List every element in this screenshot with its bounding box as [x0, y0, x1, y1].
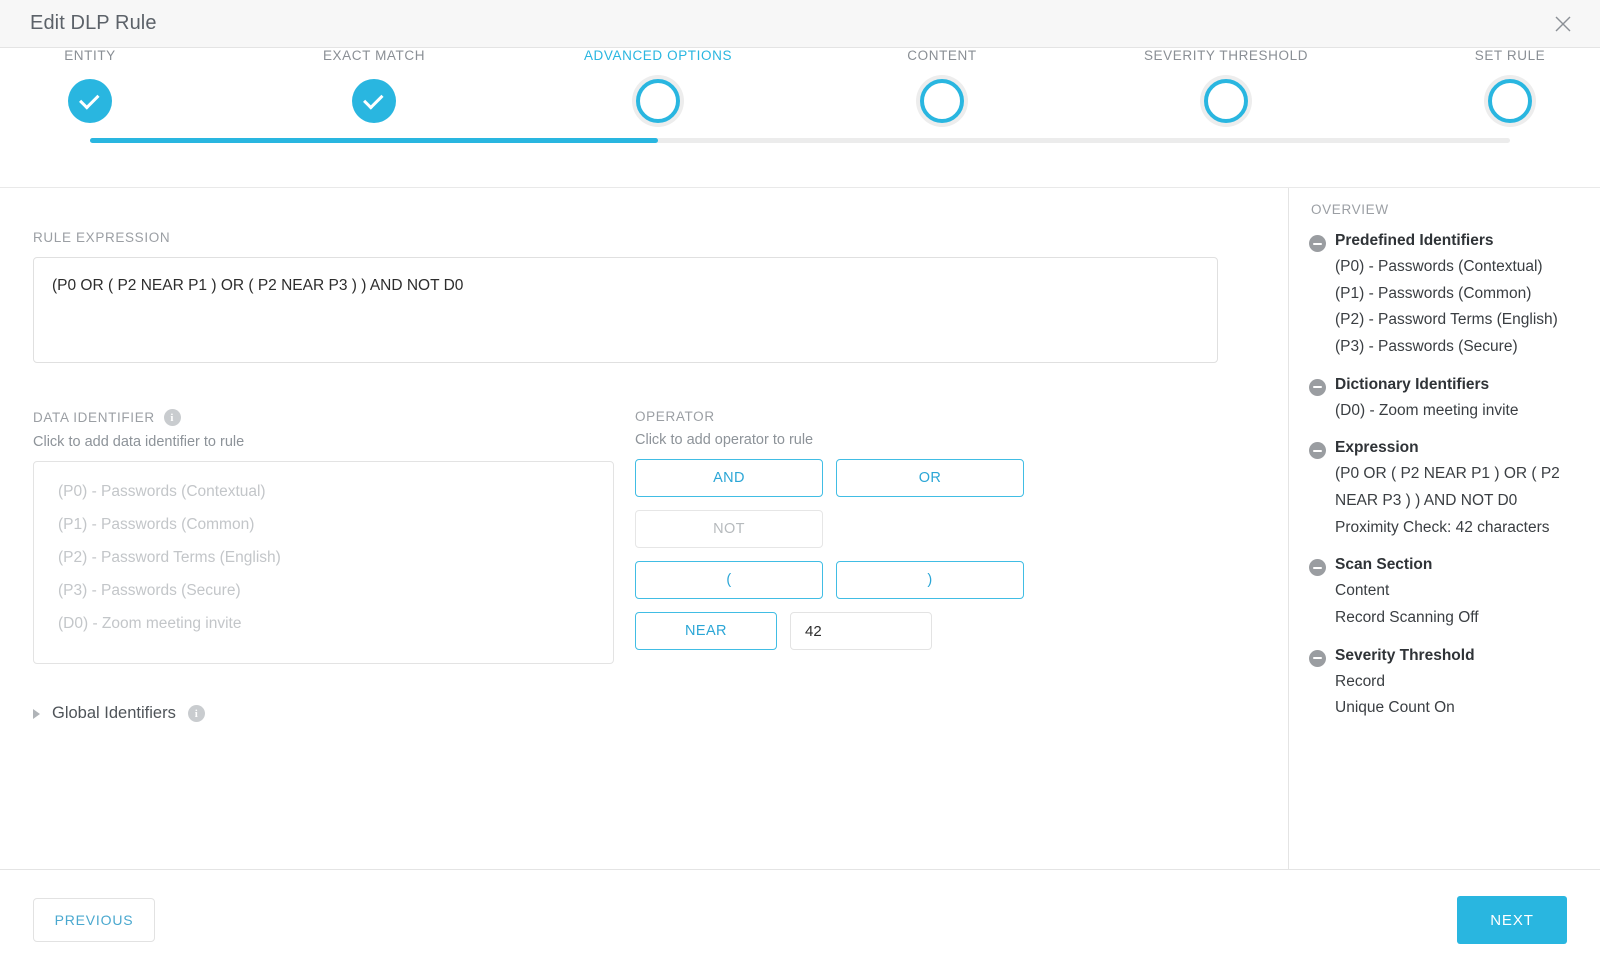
rule-expression-input[interactable]: (P0 OR ( P2 NEAR P1 ) OR ( P2 NEAR P3 ) … — [33, 257, 1218, 363]
stepper-step-label: ADVANCED OPTIONS — [583, 48, 733, 63]
operator-button-not: NOT — [635, 510, 823, 548]
check-icon — [68, 79, 112, 123]
overview-section: Expression (P0 OR ( P2 NEAR P1 ) OR ( P2 … — [1309, 438, 1590, 541]
overview-section-line: (P3) - Passwords (Secure) — [1335, 337, 1518, 355]
overview-section-header[interactable]: Scan Section — [1309, 555, 1590, 577]
overview-section-header[interactable]: Severity Threshold — [1309, 646, 1590, 667]
stepper-step-advanced-options[interactable]: ADVANCED OPTIONS — [584, 48, 731, 123]
overview-section-line: (D0) - Zoom meeting invite — [1335, 401, 1519, 419]
global-identifiers-label: Global Identifiers — [52, 704, 176, 722]
overview-section-line: Record — [1335, 672, 1385, 690]
rule-expression-label: RULE EXPRESSION — [33, 230, 1288, 245]
stepper-step-label: SET RULE — [1474, 48, 1546, 63]
stepper-step-label: EXACT MATCH — [322, 48, 426, 63]
minus-circle-icon[interactable] — [1309, 442, 1326, 460]
overview-section-title: Predefined Identifiers — [1335, 232, 1494, 249]
overview-section-line: (P2) - Password Terms (English) — [1335, 311, 1558, 329]
circle-icon — [920, 79, 964, 123]
operator-button-near[interactable]: NEAR — [635, 612, 777, 650]
overview-section-header[interactable]: Expression — [1309, 438, 1590, 460]
stepper-step-severity-threshold[interactable]: SEVERITY THRESHOLD — [1144, 48, 1307, 123]
rule-expression-label-text: RULE EXPRESSION — [33, 230, 171, 245]
stepper-step-set-rule[interactable]: SET RULE — [1475, 48, 1545, 123]
stepper-step-label: CONTENT — [907, 48, 977, 63]
near-proximity-input[interactable] — [790, 612, 932, 650]
overview-section-line: Unique Count On — [1335, 699, 1455, 717]
operator-buttons-row-2: () — [635, 561, 1215, 599]
circle-icon — [636, 79, 680, 123]
data-identifier-item[interactable]: (D0) - Zoom meeting invite — [34, 608, 613, 641]
page-title: Edit DLP Rule — [30, 12, 157, 34]
data-identifier-label: DATA IDENTIFIER i — [33, 409, 635, 426]
stepper-step-label: ENTITY — [64, 48, 116, 63]
operator-section: OPERATOR Click to add operator to rule A… — [635, 409, 1235, 664]
overview-section: Dictionary Identifiers (D0) - Zoom meetin… — [1309, 375, 1590, 425]
minus-circle-icon[interactable] — [1309, 649, 1326, 667]
global-identifiers-toggle[interactable]: Global Identifiers i — [33, 704, 1288, 723]
stepper-step-entity[interactable]: ENTITY — [60, 48, 120, 123]
data-identifier-item[interactable]: (P0) - Passwords (Contextual) — [34, 476, 613, 509]
operator-near-row: NEAR — [635, 612, 1215, 650]
overview-section-header[interactable]: Dictionary Identifiers — [1309, 375, 1590, 396]
data-identifier-item[interactable]: (P3) - Passwords (Secure) — [34, 575, 613, 608]
operator-hint: Click to add operator to rule — [635, 432, 814, 448]
overview-section: Predefined Identifiers (P0) - Passwords (… — [1309, 231, 1590, 361]
overview-section-title: Scan Section — [1335, 556, 1433, 574]
data-identifier-item[interactable]: (P1) - Passwords (Common) — [34, 509, 613, 542]
data-identifier-label-text: DATA IDENTIFIER — [33, 410, 155, 425]
operator-button-open-paren[interactable]: ( — [635, 561, 823, 599]
data-identifier-list: (P0) - Passwords (Contextual) (P1) - Pass… — [33, 461, 614, 664]
operator-button-and[interactable]: AND — [635, 459, 823, 497]
operator-button-close-paren[interactable]: ) — [836, 561, 1024, 599]
stepper-step-content[interactable]: CONTENT — [907, 48, 976, 123]
minus-circle-icon[interactable] — [1309, 235, 1326, 252]
overview-section-line: (P1) - Passwords (Common) — [1335, 284, 1532, 302]
operator-button-or[interactable]: OR — [836, 459, 1024, 497]
overview-title: OVERVIEW — [1311, 202, 1389, 217]
overview-panel[interactable]: OVERVIEW Predefined Identifiers (P0) - Pa… — [1288, 188, 1600, 869]
operator-label: OPERATOR — [635, 409, 1235, 424]
overview-section-header[interactable]: Predefined Identifiers — [1309, 231, 1590, 252]
chevron-right-icon — [33, 708, 40, 719]
overview-section: Scan Section Content Record Scanning Off — [1309, 555, 1590, 631]
info-icon[interactable]: i — [187, 705, 205, 722]
minus-circle-icon[interactable] — [1309, 559, 1326, 577]
info-icon[interactable]: i — [163, 409, 181, 426]
edit-dlp-rule-dialog: Edit DLP Rule ENTITY EXACT MATCH ADVANCED … — [0, 0, 1600, 970]
overview-section-title: Severity Threshold — [1335, 646, 1475, 664]
main-pane: RULE EXPRESSION (P0 OR ( P2 NEAR P1 ) OR… — [0, 188, 1288, 869]
wizard-stepper: ENTITY EXACT MATCH ADVANCED OPTIONS CONTENT… — [0, 48, 1600, 188]
overview-section-title: Expression — [1335, 439, 1419, 457]
dialog-footer: PREVIOUS NEXT — [0, 870, 1600, 970]
data-identifier-section: DATA IDENTIFIER i Click to add data iden… — [33, 409, 635, 664]
stepper-step-label: SEVERITY THRESHOLD — [1143, 48, 1309, 63]
overview-section-line: Content — [1335, 582, 1390, 600]
overview-section-line: (P0) - Passwords (Contextual) — [1335, 258, 1543, 275]
previous-button[interactable]: PREVIOUS — [33, 898, 155, 942]
overview-section-line: (P0 OR ( P2 NEAR P1 ) OR ( P2 NEAR P3 ) … — [1335, 465, 1560, 509]
overview-section-line: Record Scanning Off — [1335, 608, 1479, 626]
operator-buttons-row-1: AND OR NOT — [635, 459, 1215, 548]
stepper-track-progress — [90, 138, 658, 143]
data-identifier-hint: Click to add data identifier to rule — [33, 434, 245, 450]
circle-icon — [1488, 79, 1532, 123]
dialog-body: RULE EXPRESSION (P0 OR ( P2 NEAR P1 ) OR… — [0, 188, 1600, 870]
overview-section: Severity Threshold Record Unique Count On — [1309, 646, 1590, 722]
dialog-header: Edit DLP Rule — [0, 0, 1600, 48]
overview-section-title: Dictionary Identifiers — [1335, 375, 1490, 393]
close-icon[interactable] — [1548, 9, 1578, 39]
check-icon — [352, 79, 396, 123]
minus-circle-icon[interactable] — [1309, 378, 1326, 396]
operator-label-text: OPERATOR — [635, 409, 715, 424]
next-button[interactable]: NEXT — [1457, 896, 1567, 944]
overview-section-line: Proximity Check: 42 characters — [1335, 518, 1550, 536]
identifier-operator-row: DATA IDENTIFIER i Click to add data iden… — [33, 409, 1288, 664]
stepper-step-exact-match[interactable]: EXACT MATCH — [323, 48, 424, 123]
circle-icon — [1204, 79, 1248, 123]
data-identifier-item[interactable]: (P2) - Password Terms (English) — [34, 542, 613, 575]
